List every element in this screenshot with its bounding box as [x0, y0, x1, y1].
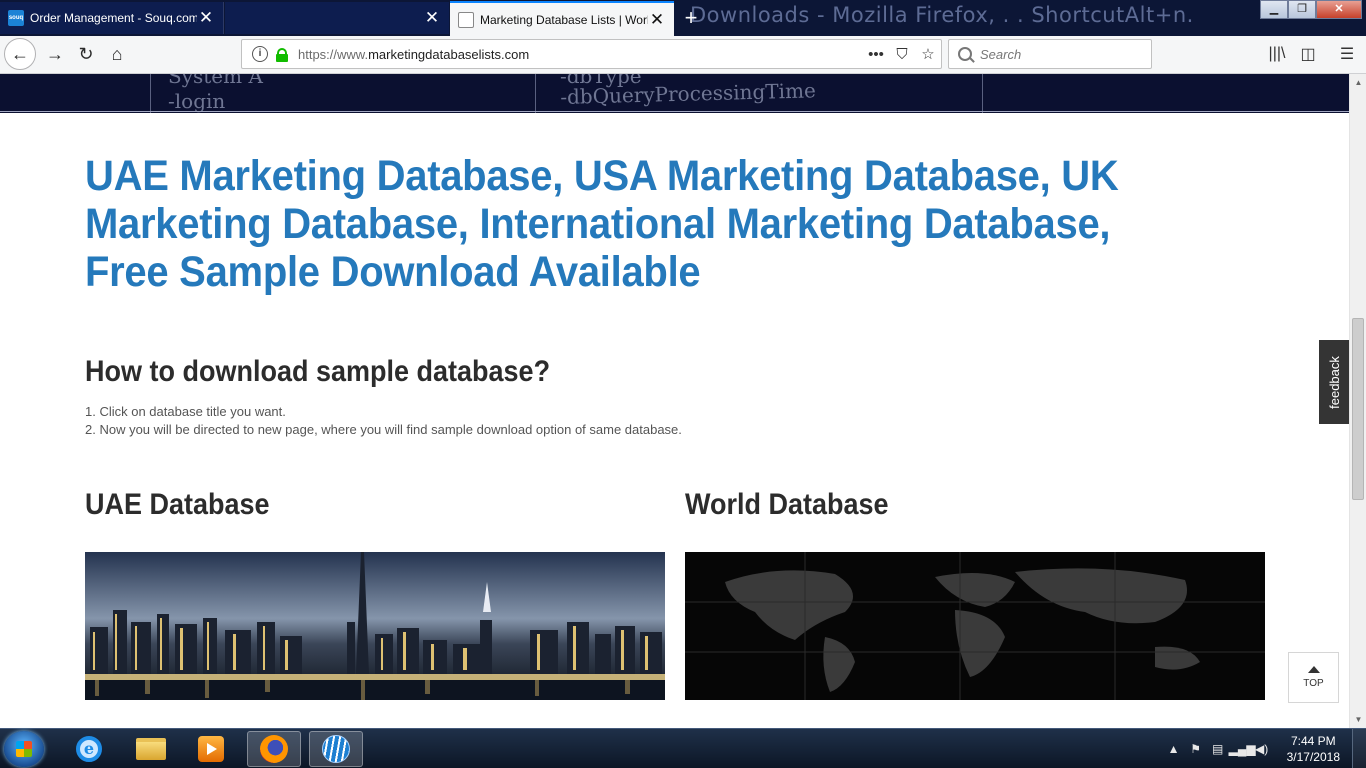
top-label: TOP: [1303, 678, 1324, 689]
feedback-label: feedback: [1326, 355, 1342, 409]
volume-icon[interactable]: ◀): [1251, 742, 1273, 756]
clock[interactable]: 7:44 PM 3/17/2018: [1287, 733, 1340, 765]
background-window-title: Downloads - Mozilla Firefox, . . Shortcu…: [690, 3, 1194, 27]
lock-icon[interactable]: [276, 47, 288, 62]
page-title: UAE Marketing Database, USA Marketing Da…: [85, 152, 1119, 296]
page-actions-icon[interactable]: •••: [863, 46, 889, 63]
taskbar-att-app[interactable]: [309, 731, 363, 767]
download-steps: 1. Click on database title you want. 2. …: [85, 403, 682, 439]
menu-hamburger-icon[interactable]: ☰: [1332, 39, 1362, 69]
page-favicon-icon: [458, 11, 474, 28]
scroll-down-icon[interactable]: ▼: [1350, 711, 1366, 728]
tab-souq[interactable]: souq Order Management - Souq.com ✕: [0, 2, 224, 34]
window-close-icon[interactable]: ✕: [1316, 0, 1362, 19]
reload-icon[interactable]: ↻: [71, 39, 101, 69]
att-globe-icon: [322, 735, 350, 763]
forward-arrow-icon[interactable]: →: [40, 39, 70, 69]
souq-favicon-icon: souq: [8, 10, 24, 26]
page-scrollbar[interactable]: ▲ ▼: [1349, 74, 1366, 728]
tab-title: Marketing Database Lists | World: [480, 12, 648, 27]
world-map-svg: [685, 552, 1265, 700]
close-tab-icon[interactable]: ✕: [197, 8, 215, 28]
show-desktop-button[interactable]: [1352, 729, 1366, 768]
taskbar-file-explorer[interactable]: [124, 731, 178, 767]
taskbar-firefox[interactable]: [247, 731, 301, 767]
tab-blank[interactable]: ✕: [225, 2, 449, 34]
back-to-top-button[interactable]: TOP: [1288, 652, 1339, 703]
screen: Downloads - Mozilla Firefox, . . Shortcu…: [0, 0, 1366, 768]
home-icon[interactable]: ⌂: [102, 39, 132, 69]
pocket-icon[interactable]: ⛉: [889, 46, 915, 63]
new-tab-plus-icon[interactable]: +: [680, 5, 702, 31]
taskbar-media-player[interactable]: [184, 731, 238, 767]
uae-skyline-svg: [85, 552, 665, 700]
url-scheme: https://www.: [298, 46, 369, 62]
tab-strip: Downloads - Mozilla Firefox, . . Shortcu…: [0, 0, 1366, 36]
url-bar[interactable]: i https://www.marketingdatabaselists.com…: [241, 39, 942, 69]
library-icon[interactable]: |||\: [1262, 39, 1292, 69]
banner-rule: [982, 74, 983, 113]
how-to-heading: How to download sample database?: [85, 355, 551, 388]
start-button[interactable]: [4, 731, 44, 767]
banner-code-line: System A: [168, 74, 263, 88]
uae-database-title[interactable]: UAE Database: [85, 488, 270, 522]
banner-code-line: -login: [168, 89, 226, 113]
tab-marketing-database[interactable]: Marketing Database Lists | World ✕: [450, 1, 674, 36]
web-page: System A -login -dbType -dbQueryProcessi…: [0, 74, 1349, 728]
navigation-toolbar: ← → ↻ ⌂ i https://www.marketingdatabasel…: [0, 36, 1366, 74]
feedback-tab[interactable]: feedback: [1319, 340, 1349, 424]
action-center-flag-icon[interactable]: ⚑: [1185, 742, 1207, 756]
minimize-icon[interactable]: ▁: [1260, 0, 1288, 19]
windows-logo-icon: [16, 741, 32, 757]
url-text[interactable]: https://www.marketingdatabaselists.com: [298, 47, 863, 62]
world-map-image[interactable]: [685, 552, 1265, 700]
show-hidden-icons-icon[interactable]: ▲: [1163, 742, 1185, 756]
close-tab-icon[interactable]: ✕: [423, 8, 441, 28]
clock-time: 7:44 PM: [1290, 734, 1336, 748]
window-controls: ▁ ❐ ✕: [1260, 0, 1362, 19]
firefox-icon: [260, 735, 288, 763]
tab-title: Order Management - Souq.com: [30, 11, 197, 25]
arrow-up-icon: [1307, 666, 1320, 673]
site-info-icon[interactable]: i: [252, 46, 268, 62]
clock-date: 3/17/2018: [1286, 750, 1340, 764]
world-database-title[interactable]: World Database: [685, 488, 889, 522]
taskbar-internet-explorer[interactable]: e: [62, 731, 116, 767]
device-icon[interactable]: ▤: [1207, 742, 1229, 756]
search-bar[interactable]: Search: [948, 39, 1152, 69]
sidebar-icon[interactable]: ◫: [1293, 39, 1323, 69]
banner-rule: [535, 74, 536, 113]
bookmark-star-icon[interactable]: ☆: [915, 45, 941, 63]
url-host: marketingdatabaselists.com: [368, 46, 530, 62]
header-banner-image: System A -login -dbType -dbQueryProcessi…: [0, 74, 1349, 113]
network-signal-icon[interactable]: ▂▄▆: [1229, 742, 1256, 756]
scroll-thumb[interactable]: [1352, 318, 1364, 500]
step-item: 1. Click on database title you want.: [85, 404, 286, 419]
media-player-icon: [198, 736, 224, 762]
search-icon: [958, 47, 972, 61]
banner-rule: [0, 111, 1349, 112]
windows-taskbar: e ▲ ⚑ ▤ ▂▄▆ ◀) 7:44 PM 3/17/2018: [0, 728, 1366, 768]
folder-icon: [136, 738, 166, 760]
restore-icon[interactable]: ❐: [1288, 0, 1316, 19]
search-input[interactable]: Search: [980, 47, 1021, 62]
step-item: 2. Now you will be directed to new page,…: [85, 422, 682, 437]
internet-explorer-icon: e: [76, 736, 102, 762]
banner-rule: [150, 74, 151, 113]
uae-skyline-image[interactable]: [85, 552, 665, 700]
back-arrow-icon[interactable]: ←: [4, 38, 36, 70]
scroll-up-icon[interactable]: ▲: [1350, 74, 1366, 91]
system-tray: ▲ ⚑ ▤ ▂▄▆ ◀) 7:44 PM 3/17/2018: [1163, 729, 1366, 768]
close-tab-icon[interactable]: ✕: [648, 10, 666, 30]
